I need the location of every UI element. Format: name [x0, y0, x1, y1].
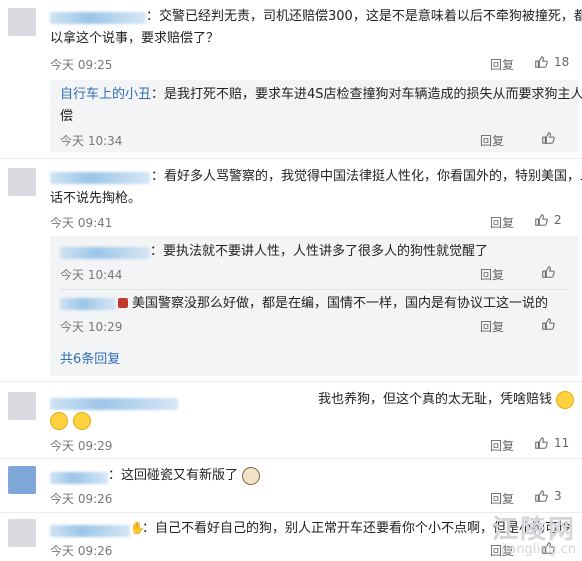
comment-text-line: 我也养狗，但这个真的太无耻，凭啥赔钱 [318, 389, 575, 410]
comment-text: ：交警已经判无责，司机还赔偿300，这是不是意味着以后不牵狗被撞死，都可 [146, 9, 582, 24]
blurred-username[interactable] [50, 12, 146, 24]
avatar[interactable] [8, 519, 36, 547]
grinning-face-emoji [242, 466, 261, 485]
like-count: 11 [554, 436, 570, 450]
reply-button[interactable]: 回复 [480, 132, 504, 149]
like-button[interactable] [541, 131, 555, 145]
comment-text: 话不说先掏枪。 [50, 191, 142, 206]
reply-button[interactable]: 回复 [480, 266, 504, 283]
blurred-username[interactable] [50, 525, 130, 537]
thumbs-up-icon [542, 266, 555, 278]
site-watermark: 江陵网 jiangling.cn [492, 509, 576, 557]
avatar-badge [118, 298, 128, 308]
divider [0, 458, 582, 459]
thumbs-up-icon [535, 214, 548, 226]
reply-button[interactable]: 回复 [490, 214, 514, 231]
thumbs-up-icon [542, 318, 555, 330]
thumbs-up-icon [535, 56, 548, 68]
like-button[interactable]: 18 [534, 55, 569, 69]
divider [0, 381, 582, 382]
avatar[interactable] [8, 392, 36, 420]
avatar[interactable] [8, 466, 36, 494]
subreply-text: ：要执法就不要讲人性，人性讲多了很多人的狗性就觉醒了 [150, 244, 489, 259]
watermark-domain: jiangling.cn [501, 542, 576, 557]
blurred-username[interactable] [50, 472, 108, 484]
subreply-time: 今天 10:34 [60, 134, 123, 148]
divider [0, 158, 582, 159]
reply-button[interactable]: 回复 [490, 56, 514, 73]
reply-button[interactable]: 回复 [490, 490, 514, 507]
thumbs-up-icon [535, 437, 548, 449]
divider [60, 289, 568, 290]
like-button[interactable]: 2 [534, 213, 562, 227]
comment-time: 今天 09:41 [50, 216, 113, 230]
grinning-face-emoji [50, 411, 68, 430]
watermark-logo-text: 江陵网 [491, 515, 576, 545]
comment-text: ：看好多人骂警察的，我觉得中国法律挺人性化，你看国外的，特别美国，二 [151, 169, 582, 184]
comment-time: 今天 09:25 [50, 58, 113, 72]
grinning-face-emoji [556, 390, 575, 409]
comment-text: 以拿这个说事，要求赔偿了？ [50, 31, 220, 46]
comment-time: 今天 09:26 [50, 544, 113, 558]
subreply-text: 自行车上的小丑：是我打死不赔，要求车进4S店检查撞狗对车辆造成的损失从而要求狗主… [60, 84, 582, 105]
like-button[interactable]: 11 [534, 436, 569, 450]
blurred-username[interactable] [60, 247, 150, 259]
comment-text-line: ：这回碰瓷又有新版了 [108, 465, 261, 486]
like-button[interactable] [541, 317, 555, 331]
avatar[interactable] [8, 8, 36, 36]
like-count: 18 [554, 55, 570, 69]
comment-text: 我也养狗，但这个真的太无耻，凭啥赔钱 [318, 392, 553, 407]
grinning-face-emoji [73, 411, 92, 430]
subreply-time: 今天 10:29 [60, 320, 123, 334]
blurred-username[interactable] [50, 172, 150, 184]
view-all-replies-link[interactable]: 共6条回复 [60, 349, 120, 370]
blurred-username[interactable] [60, 298, 116, 310]
like-button[interactable]: 3 [534, 489, 562, 503]
reply-username[interactable]: 自行车上的小丑 [60, 87, 151, 102]
comment-text: ：这回碰瓷又有新版了 [108, 468, 239, 483]
reply-button[interactable]: 回复 [480, 318, 504, 335]
like-button[interactable] [541, 265, 555, 279]
subreply-time: 今天 10:44 [60, 268, 123, 282]
subreply-text-body: ：是我打死不赔，要求车进4S店检查撞狗对车辆造成的损失从而要求狗主人赔 [151, 87, 582, 102]
comment-time: 今天 09:26 [50, 492, 113, 506]
thumbs-up-icon [542, 132, 555, 144]
comment-time: 今天 09:29 [50, 439, 113, 453]
avatar[interactable] [8, 168, 36, 196]
thumbs-up-icon [535, 490, 548, 502]
reply-button[interactable]: 回复 [490, 437, 514, 454]
subreply-text: 美国警察没那么好做，都是在编，国情不一样，国内是有协议工这一说的 [132, 296, 549, 311]
like-count: 3 [554, 489, 562, 503]
like-count: 2 [554, 213, 562, 227]
emoji-row [50, 410, 92, 430]
blurred-username[interactable] [50, 398, 178, 410]
subreply-text: 偿 [60, 109, 74, 124]
